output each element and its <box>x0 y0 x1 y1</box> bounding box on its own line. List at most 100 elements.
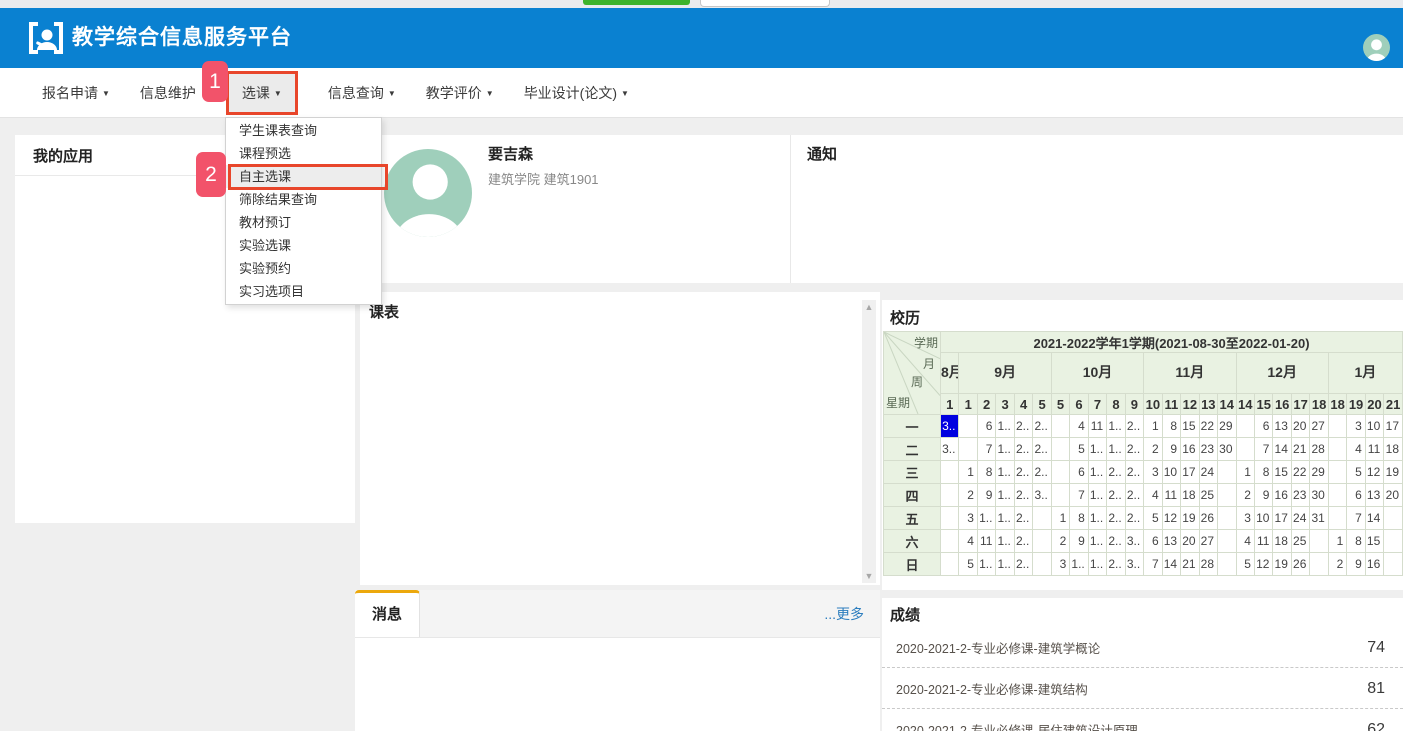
calendar-week-number: 21 <box>1384 394 1403 415</box>
menu-item[interactable]: 教材预订 <box>226 211 381 234</box>
calendar-day-cell <box>1218 461 1236 484</box>
calendar-day-cell: 17 <box>1181 461 1199 484</box>
calendar-day-cell: 13 <box>1162 530 1180 553</box>
nav-item-info-maintain[interactable]: 信息维护 <box>140 83 196 103</box>
calendar-month-cell: 8月 <box>941 353 959 394</box>
calendar-day-cell: 21 <box>1181 553 1199 576</box>
calendar-day-cell: 20 <box>1291 415 1309 438</box>
dropdown-caret-icon: ▼ <box>621 89 629 98</box>
calendar-day-cell: 11 <box>1365 438 1383 461</box>
panel-divider <box>790 135 791 283</box>
calendar-month-row: 8月9月10月11月12月1月 <box>884 353 1403 394</box>
calendar-day-cell: 29 <box>1218 415 1236 438</box>
calendar-table: 学期月周星期2021-2022学年1学期(2021-08-30至2022-01-… <box>883 331 1403 576</box>
browser-cutoff-strip <box>0 0 1403 8</box>
messages-more-link[interactable]: ...更多 <box>824 604 864 624</box>
calendar-day-cell: 5 <box>1347 461 1365 484</box>
menu-item[interactable]: 筛除结果查询 <box>226 188 381 211</box>
calendar-day-cell: 25 <box>1199 484 1217 507</box>
calendar-week-number: 4 <box>1014 394 1032 415</box>
calendar-day-cell <box>1310 553 1328 576</box>
calendar-day-cell: 1.. <box>977 507 995 530</box>
calendar-day-cell: 5 <box>1236 553 1254 576</box>
calendar-day-cell: 2 <box>1051 530 1069 553</box>
calendar-month-cell: 12月 <box>1236 353 1328 394</box>
calendar-day-cell: 2.. <box>1125 461 1143 484</box>
header-user-avatar-icon[interactable] <box>1363 34 1390 61</box>
calendar-day-cell: 2.. <box>1014 484 1032 507</box>
nav-item-teaching-eval[interactable]: 教学评价▼ <box>426 83 494 103</box>
calendar-day-cell: 2.. <box>1033 461 1051 484</box>
calendar-day-cell: 1 <box>1144 415 1162 438</box>
dropdown-caret-icon: ▼ <box>486 89 494 98</box>
calendar-day-cell: 16 <box>1273 484 1291 507</box>
cutoff-green-element <box>583 0 690 5</box>
grade-course-label: 2020-2021-2-专业必修课-建筑学概论 <box>896 638 1100 657</box>
nav-item-course-select[interactable]: 选课▼ <box>226 71 298 115</box>
calendar-day-cell: 22 <box>1291 461 1309 484</box>
calendar-day-cell: 2.. <box>1014 461 1032 484</box>
calendar-day-cell: 1.. <box>1088 484 1106 507</box>
calendar-day-cell: 2 <box>1328 553 1346 576</box>
profile-notice-panel: 要吉森 建筑学院 建筑1901 通知 <box>360 135 1403 283</box>
calendar-day-cell: 2 <box>959 484 977 507</box>
student-name: 要吉森 <box>488 143 533 164</box>
scroll-up-icon[interactable]: ▲ <box>862 300 876 314</box>
nav-item-graduation-design[interactable]: 毕业设计(论文)▼ <box>524 83 629 103</box>
menu-item[interactable]: 课程预选 <box>226 142 381 165</box>
menu-item[interactable]: 学生课表查询 <box>226 119 381 142</box>
calendar-day-cell: 1.. <box>996 553 1014 576</box>
grade-row[interactable]: 2020-2021-2-专业必修课-建筑结构81 <box>882 668 1403 709</box>
tab-messages[interactable]: 消息 <box>355 590 420 637</box>
calendar-weekday-label: 日 <box>884 553 941 576</box>
calendar-day-cell: 14 <box>1162 553 1180 576</box>
calendar-week-number: 3 <box>996 394 1014 415</box>
menu-item[interactable]: 实验预约 <box>226 257 381 280</box>
annotation-step-2-badge: 2 <box>196 152 226 197</box>
grade-row[interactable]: 2020-2021-2-专业必修课-建筑学概论74 <box>882 627 1403 668</box>
calendar-day-cell: 13 <box>1365 484 1383 507</box>
calendar-day-cell <box>941 553 959 576</box>
calendar-day-cell <box>1051 438 1069 461</box>
nav-item-enroll[interactable]: 报名申请▼ <box>42 83 110 103</box>
grades-panel: 成绩 2020-2021-2-专业必修课-建筑学概论742020-2021-2-… <box>882 598 1403 731</box>
calendar-week-number: 12 <box>1181 394 1199 415</box>
calendar-day-cell: 27 <box>1199 530 1217 553</box>
calendar-day-cell: 10 <box>1365 415 1383 438</box>
calendar-day-cell: 8 <box>1070 507 1088 530</box>
calendar-day-cell: 12 <box>1365 461 1383 484</box>
calendar-week-number: 15 <box>1254 394 1272 415</box>
calendar-day-cell: 5 <box>1070 438 1088 461</box>
timetable-scrollbar[interactable]: ▲ ▼ <box>862 300 876 583</box>
calendar-week-number: 5 <box>1033 394 1051 415</box>
calendar-day-cell <box>941 507 959 530</box>
nav-item-info-query[interactable]: 信息查询▼ <box>328 83 396 103</box>
calendar-day-row: 六4111..2..291..2..3..613202741118251815 <box>884 530 1403 553</box>
calendar-day-cell: 18 <box>1181 484 1199 507</box>
calendar-day-cell: 1.. <box>1088 553 1106 576</box>
calendar-header-row: 学期月周星期2021-2022学年1学期(2021-08-30至2022-01-… <box>884 332 1403 353</box>
calendar-day-cell: 3 <box>1347 415 1365 438</box>
menu-item[interactable]: 实习选项目 <box>226 280 381 303</box>
calendar-day-cell: 2.. <box>1107 507 1125 530</box>
calendar-day-cell: 18 <box>1384 438 1403 461</box>
calendar-day-cell: 23 <box>1199 438 1217 461</box>
calendar-week-number: 1 <box>941 394 959 415</box>
calendar-week-number: 7 <box>1088 394 1106 415</box>
grade-row[interactable]: 2020-2021-2-专业必修课-居住建筑设计原理62 <box>882 709 1403 731</box>
corner-label: 学期 <box>914 334 938 351</box>
calendar-day-cell: 11 <box>1254 530 1272 553</box>
scroll-down-icon[interactable]: ▼ <box>862 569 876 583</box>
calendar-day-cell: 16 <box>1365 553 1383 576</box>
calendar-day-cell: 1.. <box>996 415 1014 438</box>
calendar-day-cell <box>959 415 977 438</box>
calendar-day-cell: 9 <box>1162 438 1180 461</box>
calendar-day-cell: 7 <box>977 438 995 461</box>
calendar-day-cell: 10 <box>1162 461 1180 484</box>
calendar-day-cell: 27 <box>1310 415 1328 438</box>
calendar-week-number: 11 <box>1162 394 1180 415</box>
menu-item[interactable]: 实验选课 <box>226 234 381 257</box>
calendar-day-cell: 11 <box>1162 484 1180 507</box>
calendar-day-cell: 1.. <box>996 507 1014 530</box>
calendar-day-cell: 2.. <box>1107 553 1125 576</box>
